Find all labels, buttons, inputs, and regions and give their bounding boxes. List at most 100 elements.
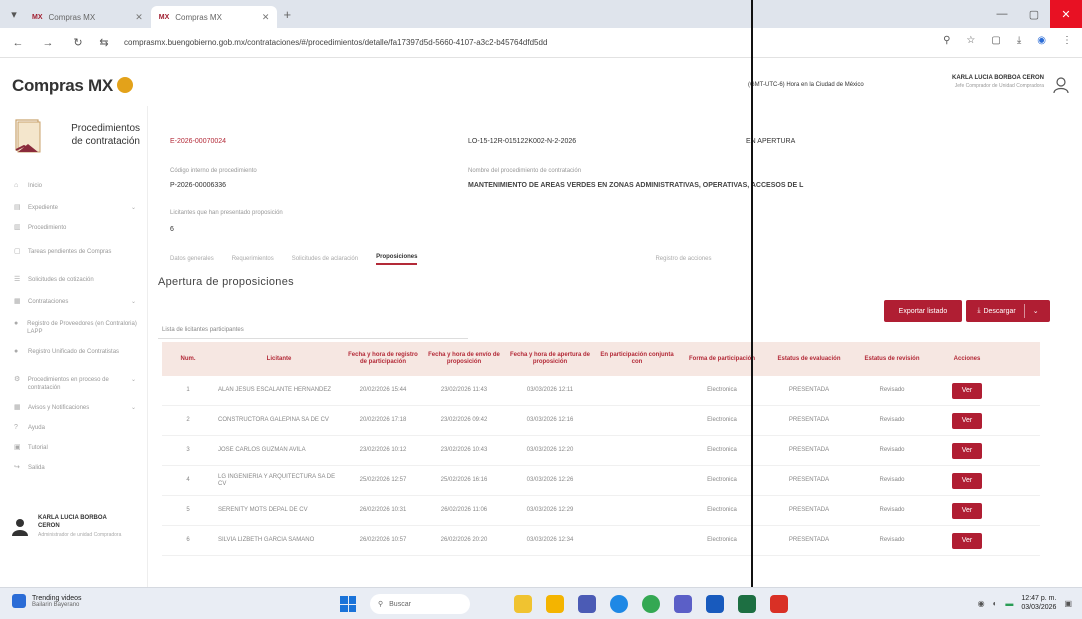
contracts-icon: ▦	[14, 298, 21, 305]
close-tab-icon[interactable]: ✕	[135, 12, 143, 23]
export-list-button[interactable]: Exportar listado	[884, 300, 962, 322]
brand-logo[interactable]: Compras MX	[12, 76, 133, 96]
sidebar-item-ayuda[interactable]: ? Ayuda	[14, 424, 140, 432]
compras-tab-logo: MX	[32, 13, 43, 21]
brand-badge-icon	[116, 76, 133, 93]
sidebar-item-registro-contratistas[interactable]: ● Registro Unificado de Contratistas	[14, 348, 140, 356]
sidebar-item-salida[interactable]: ↪ Salida	[14, 464, 140, 472]
sidebar-item-contrataciones[interactable]: ▦ Contrataciones ⌄	[14, 298, 140, 306]
taskbar-apps: ⚲ Buscar	[340, 594, 788, 614]
profile-icon[interactable]: ◉	[1037, 35, 1046, 46]
sidebar-item-inicio[interactable]: ⌂ Inicio	[14, 182, 140, 190]
copilot-icon[interactable]	[578, 595, 596, 613]
site-info-icon[interactable]: ⇆	[94, 36, 114, 49]
download-button[interactable]: ⤓ Descargar ⌄	[966, 300, 1050, 322]
excel-icon[interactable]	[738, 595, 756, 613]
doc-icon: ▢	[14, 248, 21, 255]
cell-review: Revisado	[879, 477, 905, 483]
edge-icon[interactable]	[610, 595, 628, 613]
sidebar-user[interactable]: KARLA LUCIA BORBOA CERON Administrador d…	[10, 514, 144, 544]
sidebar-item-label: Tareas pendientes de Compras	[28, 249, 112, 255]
view-button[interactable]: Ver	[952, 382, 982, 399]
downloads-icon[interactable]: ⤓	[1017, 35, 1021, 46]
wifi-icon[interactable]: ◉	[978, 599, 985, 608]
tab-datos-generales[interactable]: Datos generales	[170, 256, 214, 262]
taskbar-search[interactable]: ⚲ Buscar	[370, 594, 470, 614]
header-user[interactable]: KARLA LUCIA BORBOA CERON Jefe Comprador …	[914, 75, 1044, 89]
browser-tab-1[interactable]: MX Compras MX ✕	[24, 6, 151, 28]
acrobat-icon[interactable]	[770, 595, 788, 613]
view-button[interactable]: Ver	[952, 532, 982, 549]
file-explorer-icon[interactable]	[546, 595, 564, 613]
browser-tab-2[interactable]: MX Compras MX ✕	[150, 6, 278, 28]
zoom-icon[interactable]: ⚲	[943, 35, 950, 46]
reload-icon[interactable]: ↻	[68, 36, 88, 49]
tab-proposiciones[interactable]: Proposiciones	[376, 254, 418, 265]
view-button[interactable]: Ver	[952, 472, 982, 489]
windows-start-icon[interactable]	[340, 596, 356, 612]
bidders-table: Num. Licitante Fecha y hora de registro …	[162, 342, 1040, 556]
sidebar-user-role: Administrador de unidad Compradora	[38, 532, 122, 538]
view-button[interactable]: Ver	[952, 412, 982, 429]
teams-icon[interactable]	[674, 595, 692, 613]
new-tab-button[interactable]: +	[283, 7, 291, 22]
address-bar: ← → ↻ ⇆ comprasmx.buengobierno.gob.mx/co…	[0, 28, 1082, 58]
cell-actions: Ver	[930, 532, 1004, 549]
back-icon[interactable]: ←	[8, 37, 28, 49]
user-avatar-icon[interactable]	[1052, 76, 1070, 94]
close-window-icon[interactable]: ✕	[1050, 0, 1082, 28]
maximize-icon[interactable]: ▢	[1018, 0, 1050, 28]
sidebar-item-solicitudes[interactable]: ☰ Solicitudes de cotización	[14, 276, 140, 284]
volume-icon[interactable]: ◐	[993, 599, 998, 608]
bidders-label: Licitantes que han presentado proposició…	[170, 210, 283, 216]
registry-icon: ●	[14, 320, 19, 327]
cell-num: 3	[186, 447, 190, 453]
sidebar-item-procedimientos-proceso[interactable]: ⚙ Procedimientos en proceso de contrataci…	[14, 376, 140, 392]
tab-requerimientos[interactable]: Requerimientos	[232, 256, 274, 262]
widgets-button[interactable]: Trending videos Bailarin Bayerano	[12, 594, 82, 608]
browser-tab-label: Compras MX	[175, 12, 222, 22]
tab-registro-acciones[interactable]: Registro de acciones	[655, 256, 711, 262]
close-tab-icon[interactable]: ✕	[262, 12, 270, 23]
sidebar-item-registro-proveedores[interactable]: ● Registro de Proveedores (en Contraloria…	[14, 320, 140, 336]
chrome-icon[interactable]	[642, 595, 660, 613]
minimize-icon[interactable]: —	[986, 0, 1018, 28]
battery-icon[interactable]: ▬	[1005, 599, 1013, 608]
sidebar-item-label: Solicitudes de cotización	[28, 277, 94, 283]
sidebar-item-procedimiento[interactable]: ▥ Procedimiento	[14, 224, 140, 232]
url-field[interactable]: comprasmx.buengobierno.gob.mx/contrataci…	[124, 38, 744, 47]
cell-bidder: JOSE CARLOS GUZMAN AVILA	[218, 447, 306, 453]
outlook-icon[interactable]	[706, 595, 724, 613]
taskbar: Trending videos Bailarin Bayerano ⚲ Busc…	[0, 587, 1082, 619]
tab-solicitudes-aclaracion[interactable]: Solicitudes de aclaración	[292, 256, 358, 262]
col-eval: Estatus de evaluación	[777, 355, 841, 362]
cell-reg: 23/02/2026 10:12	[359, 447, 407, 453]
sidebar-item-tutorial[interactable]: ▣ Tutorial	[14, 444, 140, 452]
browser-menu-icon[interactable]: ⋮	[1062, 35, 1072, 46]
procedure-number[interactable]: E-2026-00070024	[170, 138, 226, 145]
cell-reg: 26/02/2026 10:57	[359, 537, 407, 543]
star-icon[interactable]: ☆	[966, 35, 975, 46]
cell-open: 03/03/2026 12:34	[526, 537, 574, 543]
sidebar-item-tareas[interactable]: ▢ Tareas pendientes de Compras	[14, 248, 140, 256]
notifications-icon[interactable]: ▣	[1064, 599, 1072, 608]
cell-actions: Ver	[930, 412, 1004, 429]
view-button[interactable]: Ver	[952, 502, 982, 519]
cell-reg: 26/02/2026 10:31	[359, 507, 407, 513]
procedure-code: LO-15-12R-015122K002-N-2-2026	[468, 138, 577, 145]
sidebar-user-name: KARLA LUCIA BORBOA CERON	[38, 514, 107, 530]
col-licitante: Licitante	[266, 355, 292, 362]
sidebar-item-label: Registro Unificado de Contratistas	[28, 349, 120, 355]
sidebar-item-expediente[interactable]: ▤ Expediente ⌄	[14, 204, 140, 212]
widgets-app-icon[interactable]	[514, 595, 532, 613]
cell-eval: PRESENTADA	[788, 447, 830, 453]
grid-icon: ▦	[14, 404, 21, 411]
tab-menu-icon[interactable]: ▾	[4, 8, 24, 21]
sidebar-item-avisos[interactable]: ▦ Avisos y Notificaciones ⌄	[14, 404, 140, 412]
cell-sent: 26/02/2026 20:20	[440, 537, 488, 543]
cell-num: 4	[186, 477, 190, 483]
view-button[interactable]: Ver	[952, 442, 982, 459]
clock[interactable]: 12:47 p. m. 03/03/2026	[1021, 594, 1056, 612]
extensions-icon[interactable]: ▢	[991, 35, 1000, 46]
forward-icon[interactable]: →	[38, 37, 58, 49]
